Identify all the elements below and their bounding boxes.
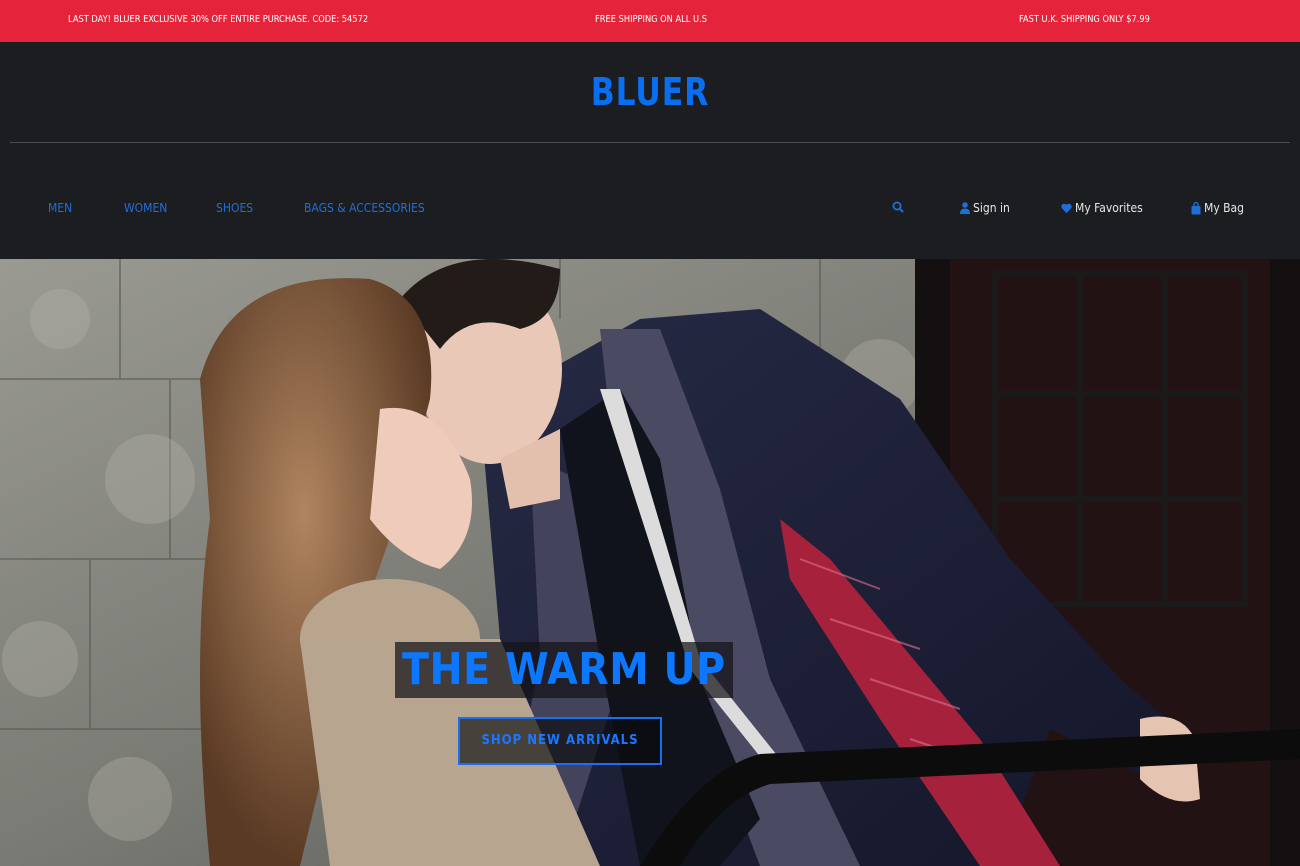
shopping-bag-icon — [1191, 201, 1201, 214]
my-bag-label: My Bag — [1204, 201, 1245, 215]
my-favorites-label: My Favorites — [1075, 201, 1143, 215]
promo-uk-shipping-text: FAST U.K. SHIPPING ONLY $7.99 — [1019, 14, 1150, 25]
hero-title: THE WARM UP — [395, 642, 733, 698]
hero-photo — [0, 259, 1300, 866]
header-divider — [10, 142, 1290, 143]
user-icon — [960, 202, 970, 214]
promo-us-shipping-text: FREE SHIPPING ON ALL U.S — [595, 14, 707, 25]
search-button[interactable] — [892, 201, 904, 213]
sign-in-label: Sign in — [973, 201, 1010, 215]
brand-logo[interactable]: BLUER — [52, 70, 1248, 114]
my-bag-link[interactable]: My Bag — [1191, 201, 1244, 215]
nav-item-men[interactable]: MEN — [48, 201, 72, 215]
promo-discount-text: LAST DAY! BLUER EXCLUSIVE 30% OFF ENTIRE… — [68, 14, 369, 25]
site-header: BLUER MEN WOMEN SHOES BAGS & ACCESSORIES… — [0, 42, 1300, 259]
nav-item-bags-accessories[interactable]: BAGS & ACCESSORIES — [304, 201, 425, 215]
hero-banner: THE WARM UP SHOP NEW ARRIVALS — [0, 259, 1300, 866]
heart-icon — [1061, 203, 1072, 213]
promo-bar: LAST DAY! BLUER EXCLUSIVE 30% OFF ENTIRE… — [0, 0, 1300, 42]
search-icon — [892, 201, 904, 213]
nav-item-shoes[interactable]: SHOES — [216, 201, 253, 215]
my-favorites-link[interactable]: My Favorites — [1061, 201, 1143, 215]
shop-new-arrivals-button[interactable]: SHOP NEW ARRIVALS — [458, 717, 662, 765]
nav-item-women[interactable]: WOMEN — [124, 201, 167, 215]
sign-in-link[interactable]: Sign in — [960, 201, 1010, 215]
